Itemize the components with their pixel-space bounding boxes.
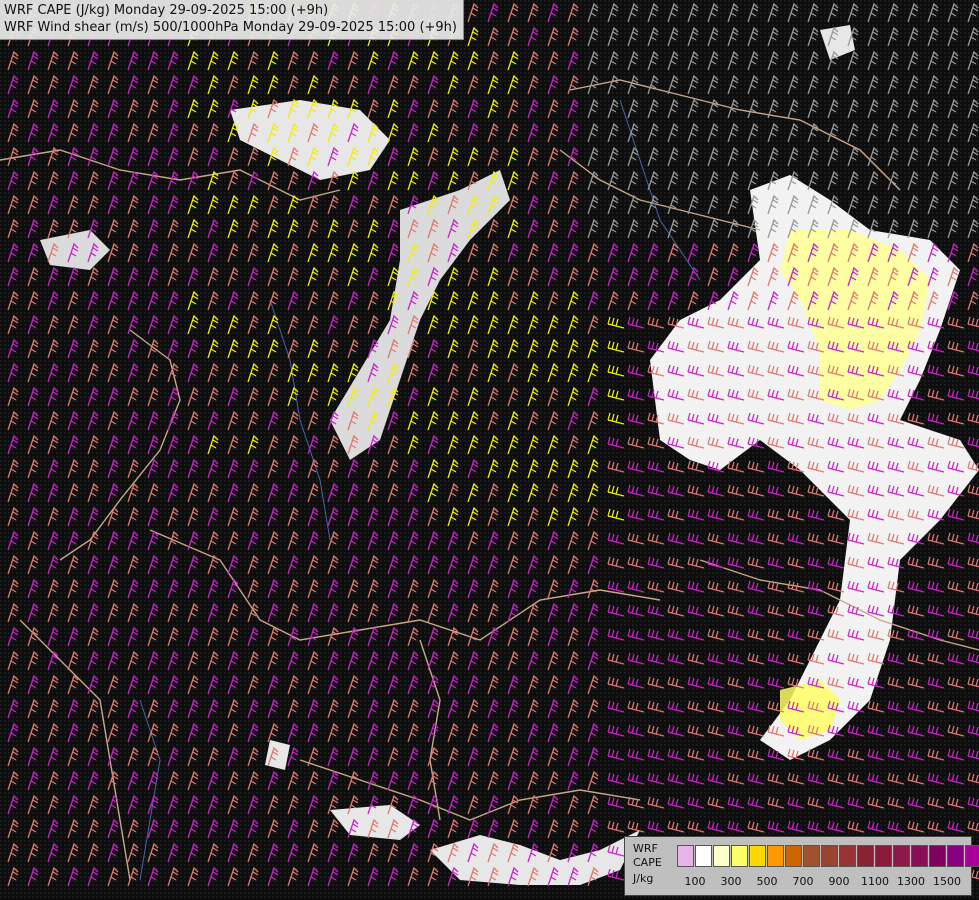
legend-tick-label: 300 (720, 875, 742, 888)
legend-tick-label: 100 (684, 875, 706, 888)
legend-label-unit: J/kg (633, 872, 654, 885)
legend-swatch (857, 845, 874, 867)
legend-tick-label: 900 (828, 875, 850, 888)
legend-swatch (947, 845, 964, 867)
title-box: WRF CAPE (J/kg) Monday 29-09-2025 15:00 … (0, 0, 464, 40)
legend-tick-label: 700 (792, 875, 814, 888)
cape-legend: WRF CAPE J/kg 100 300 500 700 900 1100 1300 150… (624, 836, 979, 896)
legend-swatch (767, 845, 784, 867)
title-wind-shear: WRF Wind shear (m/s) 500/1000hPa Monday … (4, 20, 457, 35)
legend-swatch (821, 845, 838, 867)
legend-swatch (785, 845, 802, 867)
legend-tick-label: 1100 (861, 875, 889, 888)
legend-label-wrf: WRF (633, 842, 658, 855)
legend-tick-label: 1500 (933, 875, 961, 888)
legend-tick-label: 500 (756, 875, 778, 888)
legend-swatch (713, 845, 730, 867)
legend-ticks: 100 300 500 700 900 1100 1300 1500 (677, 875, 967, 889)
legend-swatch (803, 845, 820, 867)
legend-swatch (677, 845, 694, 867)
legend-swatch (911, 845, 928, 867)
legend-swatch (965, 845, 979, 867)
legend-swatches (677, 845, 979, 867)
legend-swatch (929, 845, 946, 867)
legend-swatch (839, 845, 856, 867)
legend-swatch (875, 845, 892, 867)
legend-swatch (749, 845, 766, 867)
legend-tick-label: 1300 (897, 875, 925, 888)
legend-swatch (695, 845, 712, 867)
legend-swatch (731, 845, 748, 867)
legend-label-cape: CAPE (633, 856, 662, 869)
title-cape: WRF CAPE (J/kg) Monday 29-09-2025 15:00 … (4, 3, 329, 18)
weather-map (0, 0, 979, 900)
legend-swatch (893, 845, 910, 867)
